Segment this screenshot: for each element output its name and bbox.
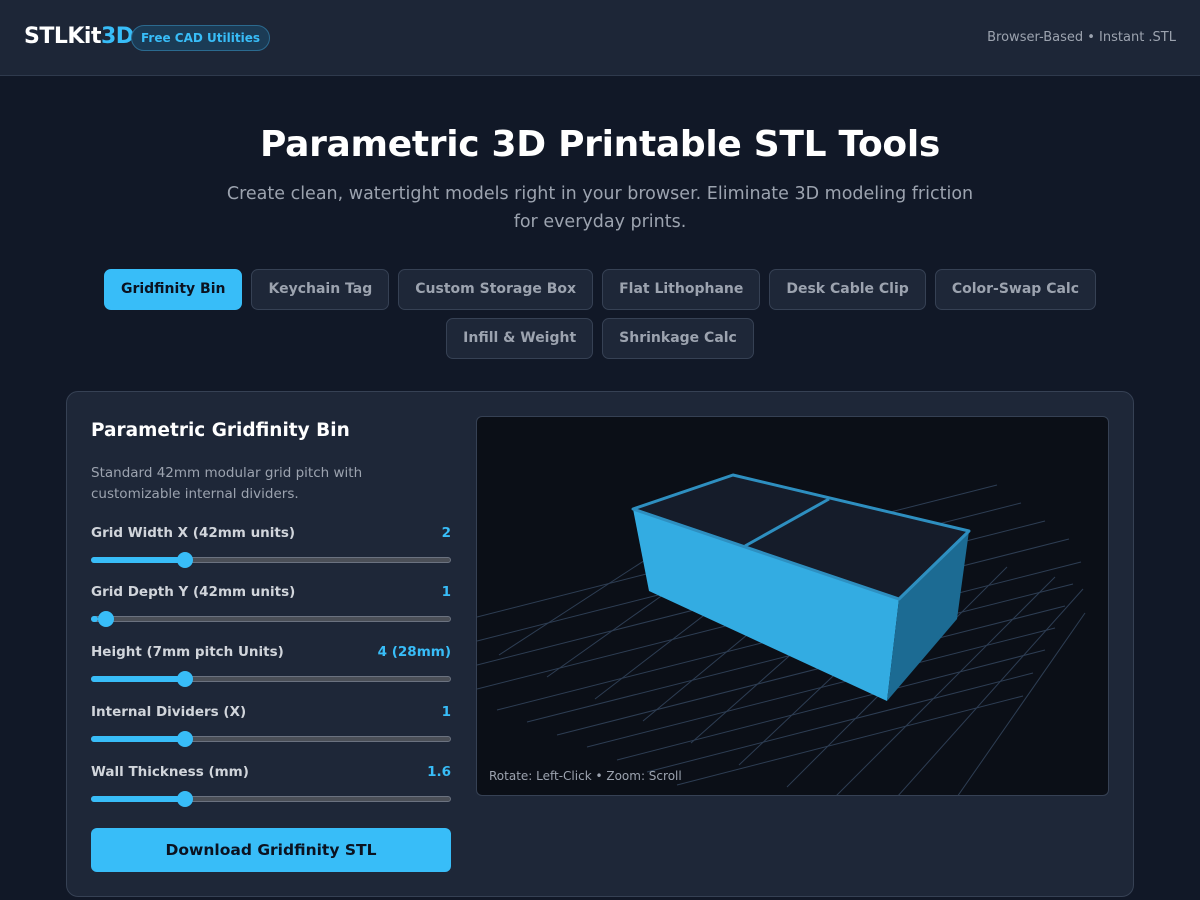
height-label: Height (7mm pitch Units)	[91, 644, 284, 660]
dividers-slider[interactable]	[91, 731, 451, 747]
tab-flat-lithophane[interactable]: Flat Lithophane	[602, 269, 761, 310]
grid-depth-slider[interactable]	[91, 611, 451, 627]
slider-fill	[91, 557, 181, 563]
grid-width-value: 2	[441, 525, 451, 541]
page-subtitle: Create clean, watertight models right in…	[226, 184, 974, 232]
slider-fill	[91, 736, 181, 742]
gridfinity-bin-model	[631, 473, 971, 701]
header-tagline: Browser-Based • Instant .STL	[987, 30, 1176, 45]
slider-thumb[interactable]	[97, 611, 114, 627]
slider-fill	[91, 796, 181, 802]
viewport-hint: Rotate: Left-Click • Zoom: Scroll	[489, 769, 682, 783]
tab-gridfinity-bin[interactable]: Gridfinity Bin	[103, 269, 243, 310]
slider-thumb[interactable]	[177, 731, 193, 747]
slider-track	[91, 616, 451, 622]
3d-viewport[interactable]: Rotate: Left-Click • Zoom: Scroll	[476, 416, 1109, 796]
tool-description: Standard 42mm modular grid pitch with cu…	[91, 465, 363, 502]
top-header: STLKit3D Free CAD Utilities Browser-Base…	[0, 0, 1200, 76]
height-control: Height (7mm pitch Units) 4 (28mm)	[91, 644, 451, 687]
wall-thickness-label: Wall Thickness (mm)	[91, 764, 249, 780]
logo-main-text: STLKit	[24, 24, 101, 49]
tab-keychain-tag[interactable]: Keychain Tag	[251, 269, 390, 310]
logo-accent-text: 3D	[100, 24, 134, 49]
wall-thickness-control: Wall Thickness (mm) 1.6	[91, 764, 451, 807]
slider-thumb[interactable]	[177, 791, 193, 807]
tab-shrinkage-calc[interactable]: Shrinkage Calc	[602, 318, 754, 359]
grid-depth-control: Grid Depth Y (42mm units) 1	[91, 584, 451, 627]
grid-width-control: Grid Width X (42mm units) 2	[91, 525, 451, 568]
grid-width-slider[interactable]	[91, 552, 451, 568]
download-stl-button[interactable]: Download Gridfinity STL	[91, 828, 451, 872]
slider-fill	[91, 676, 181, 682]
grid-depth-label: Grid Depth Y (42mm units)	[91, 584, 296, 600]
dividers-label: Internal Dividers (X)	[91, 704, 247, 720]
tab-color-swap-calc[interactable]: Color-Swap Calc	[934, 269, 1097, 310]
dividers-control: Internal Dividers (X) 1	[91, 704, 451, 747]
tool-tabs: Gridfinity Bin Keychain Tag Custom Stora…	[60, 269, 1140, 359]
tool-title: Parametric Gridfinity Bin	[91, 420, 350, 441]
tab-desk-cable-clip[interactable]: Desk Cable Clip	[769, 269, 926, 310]
height-value: 4 (28mm)	[377, 644, 451, 660]
wall-thickness-slider[interactable]	[91, 791, 451, 807]
tool-panel: Parametric Gridfinity Bin Standard 42mm …	[66, 391, 1134, 897]
free-badge: Free CAD Utilities	[131, 25, 270, 51]
grid-depth-value: 1	[441, 584, 451, 600]
page-title: Parametric 3D Printable STL Tools	[259, 124, 941, 165]
3d-scene	[477, 473, 1086, 795]
slider-thumb[interactable]	[177, 552, 193, 568]
grid-width-label: Grid Width X (42mm units)	[91, 525, 296, 541]
logo[interactable]: STLKit3D	[24, 24, 134, 49]
tab-custom-storage-box[interactable]: Custom Storage Box	[398, 269, 594, 310]
height-slider[interactable]	[91, 671, 451, 687]
slider-thumb[interactable]	[177, 671, 193, 687]
wall-thickness-value: 1.6	[427, 764, 451, 780]
tab-infill-weight[interactable]: Infill & Weight	[446, 318, 594, 359]
dividers-value: 1	[441, 704, 451, 720]
